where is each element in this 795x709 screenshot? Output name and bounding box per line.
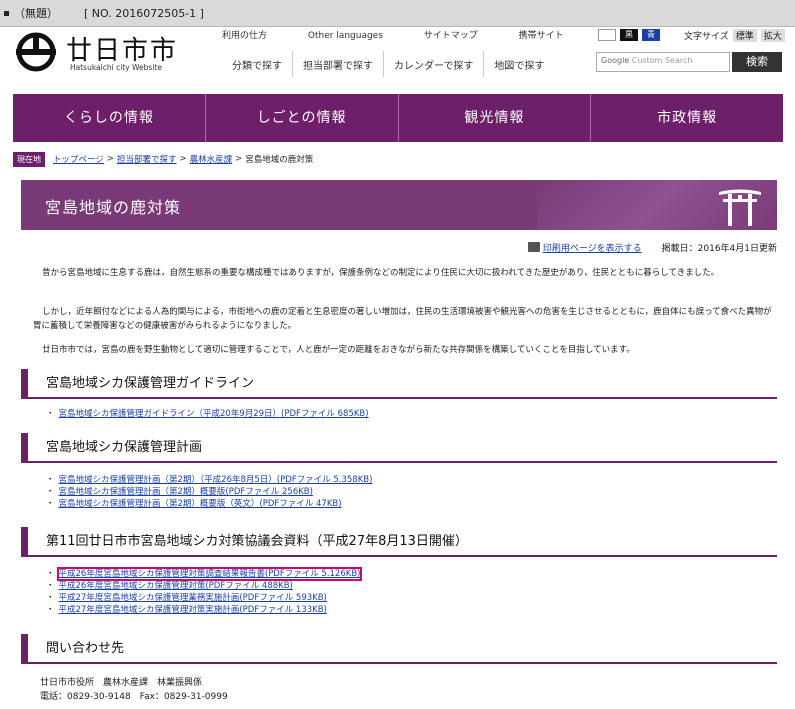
breadcrumb-link-department[interactable]: 担当部署で探す — [117, 153, 177, 165]
section-heading-guideline: 宮島地域シカ保護管理ガイドライン — [21, 369, 777, 399]
window-doc-number: [ NO. 2016072505-1 ] — [84, 6, 204, 20]
guideline-link-list: ・宮島地域シカ保護管理ガイドライン（平成20年9月29日）(PDFファイル 68… — [46, 408, 369, 420]
breadcrumb-separator: > — [235, 154, 243, 164]
site-logo-text[interactable]: 廿日市市 — [66, 30, 178, 67]
breadcrumb-link-top[interactable]: トップページ — [53, 153, 104, 165]
contact-phone: 電話：0829-30-9148 Fax：0829-31-0999 — [40, 692, 228, 702]
council-pdf-link-4[interactable]: 平成27年度宮島地域シカ保護管理対策実施計画(PDFファイル 133KB) — [59, 605, 327, 615]
council-pdf-link-1[interactable]: 平成26年度宮島地域シカ保護管理対策調査結果報告書(PDFファイル 5.126K… — [56, 567, 363, 581]
utility-link-languages[interactable]: Other languages — [308, 31, 383, 41]
intro-paragraph-2: しかし，近年餌付などによる人為的関与による，市街地への鹿の定着と生息密度の著しい… — [33, 307, 772, 331]
main-nav: くらしの情報 しごとの情報 観光情報 市政情報 — [13, 94, 783, 142]
window-titlebar: （無題） [ NO. 2016072505-1 ] — [0, 0, 795, 27]
breadcrumb-separator: > — [179, 154, 187, 164]
contrast-white-button[interactable] — [598, 29, 616, 41]
contact-office: 廿日市市役所 農林水産課 林業振興係 — [40, 678, 203, 688]
breadcrumb-here-label: 現在地 — [13, 151, 45, 167]
site-logo-subtitle: Hatsukaichi city Website — [70, 63, 162, 72]
nav-by-calendar[interactable]: カレンダーで探す — [383, 51, 483, 77]
plan-pdf-link-2[interactable]: 宮島地域シカ保護管理計画（第2期）概要版(PDFファイル 256KB) — [59, 487, 313, 497]
search-brand: Google — [601, 56, 630, 65]
site-header: 廿日市市 Hatsukaichi city Website 利用の仕方 Othe… — [0, 28, 795, 88]
main-nav-government[interactable]: 市政情報 — [590, 94, 783, 142]
list-item: ・宮島地域シカ保護管理計画（第2期）（平成26年8月5日）(PDFファイル 5.… — [46, 475, 373, 485]
nav-by-category[interactable]: 分類で探す — [222, 51, 292, 77]
torii-gate-icon — [719, 189, 761, 226]
city-emblem-icon[interactable] — [14, 32, 58, 72]
breadcrumb-link-agriculture[interactable]: 農林水産課 — [190, 153, 233, 165]
nav-by-map[interactable]: 地図で探す — [483, 51, 554, 77]
list-item: ・宮島地域シカ保護管理計画（第2期）概要版(PDFファイル 256KB) — [46, 487, 313, 497]
breadcrumb: 現在地 トップページ > 担当部署で探す > 農林水産課 > 宮島地域の鹿対策 — [13, 151, 313, 167]
window-title: （無題） — [14, 7, 58, 20]
section-heading-council: 第11回廿日市市宮島地域シカ対策協議会資料（平成27年8月13日開催） — [21, 527, 777, 557]
council-pdf-link-2[interactable]: 平成26年度宮島地域シカ保護管理対策(PDFファイル 488KB) — [59, 581, 293, 591]
utility-link-usage[interactable]: 利用の仕方 — [222, 31, 267, 41]
contrast-blue-button[interactable]: 青 — [642, 29, 660, 41]
intro-paragraph-3: 廿日市市では，宮島の鹿を野生動物として適切に管理することで，人と鹿が一定の距離を… — [42, 345, 635, 355]
search-input[interactable]: Google Custom Search — [596, 52, 730, 72]
plan-pdf-link-3[interactable]: 宮島地域シカ保護管理計画（第2期）概要版（英文）(PDFファイル 47KB) — [59, 499, 342, 509]
list-item: ・平成26年度宮島地域シカ保護管理対策(PDFファイル 488KB) — [46, 581, 293, 591]
list-item: ・宮島地域シカ保護管理計画（第2期）概要版（英文）(PDFファイル 47KB) — [46, 499, 342, 509]
breadcrumb-separator: > — [106, 154, 114, 164]
printer-icon[interactable] — [527, 242, 540, 252]
council-pdf-link-3[interactable]: 平成27年度宮島地域シカ保護管理業務実施計画(PDFファイル 593KB) — [59, 593, 327, 603]
nav-by-department[interactable]: 担当部署で探す — [292, 51, 383, 77]
section-heading-plan: 宮島地域シカ保護管理計画 — [21, 433, 777, 463]
section-heading-contact: 問い合わせ先 — [21, 634, 777, 664]
font-size-large-button[interactable]: 拡大 — [760, 28, 785, 42]
main-nav-tourism[interactable]: 観光情報 — [397, 94, 591, 142]
page-meta: 印刷用ページを表示する 掲載日：2016年4月1日更新 — [21, 241, 777, 254]
search-placeholder: Custom Search — [631, 56, 693, 65]
print-page-link[interactable]: 印刷用ページを表示する — [543, 244, 642, 254]
breadcrumb-current: 宮島地域の鹿対策 — [245, 155, 314, 165]
list-item: ・平成27年度宮島地域シカ保護管理業務実施計画(PDFファイル 593KB) — [46, 593, 327, 603]
list-item: ・宮島地域シカ保護管理ガイドライン（平成20年9月29日）(PDFファイル 68… — [46, 409, 369, 419]
utility-link-mobile[interactable]: 携帯サイト — [519, 31, 564, 41]
contact-info: 廿日市市役所 農林水産課 林業振興係 電話：0829-30-9148 Fax：0… — [40, 676, 228, 704]
plan-link-list: ・宮島地域シカ保護管理計画（第2期）（平成26年8月5日）(PDFファイル 5.… — [46, 474, 372, 510]
utility-nav: 利用の仕方 Other languages サイトマップ 携帯サイト — [222, 28, 602, 41]
page-title: 宮島地域の鹿対策 — [45, 198, 182, 217]
intro-paragraph-1: 昔から宮島地域に生息する鹿は，自然生態系の重要な構成種ではありますが，保護条例な… — [42, 268, 720, 278]
list-item: ・平成26年度宮島地域シカ保護管理対策調査結果報告書(PDFファイル 5.126… — [46, 567, 363, 581]
page-banner: 宮島地域の鹿対策 — [21, 180, 777, 230]
main-nav-business[interactable]: しごとの情報 — [204, 94, 398, 142]
font-size-standard-button[interactable]: 標準 — [732, 28, 757, 42]
accessibility-controls: 黒 青 文字サイズ 標準 拡大 — [598, 28, 785, 42]
search-button[interactable]: 検索 — [732, 52, 782, 72]
posted-date: 掲載日：2016年4月1日更新 — [661, 244, 777, 254]
font-size-label: 文字サイズ — [684, 31, 729, 42]
council-link-list: ・平成26年度宮島地域シカ保護管理対策調査結果報告書(PDFファイル 5.126… — [46, 567, 363, 616]
guideline-pdf-link[interactable]: 宮島地域シカ保護管理ガイドライン（平成20年9月29日）(PDFファイル 685… — [59, 409, 369, 419]
main-nav-living[interactable]: くらしの情報 — [13, 94, 205, 142]
utility-link-sitemap[interactable]: サイトマップ — [424, 31, 478, 41]
window-icon — [4, 10, 9, 16]
plan-pdf-link-1[interactable]: 宮島地域シカ保護管理計画（第2期）（平成26年8月5日）(PDFファイル 5.3… — [59, 475, 373, 485]
contrast-black-button[interactable]: 黒 — [620, 29, 638, 41]
list-item: ・平成27年度宮島地域シカ保護管理対策実施計画(PDFファイル 133KB) — [46, 605, 327, 615]
search-nav: 分類で探す 担当部署で探す カレンダーで探す 地図で探す — [222, 51, 554, 77]
